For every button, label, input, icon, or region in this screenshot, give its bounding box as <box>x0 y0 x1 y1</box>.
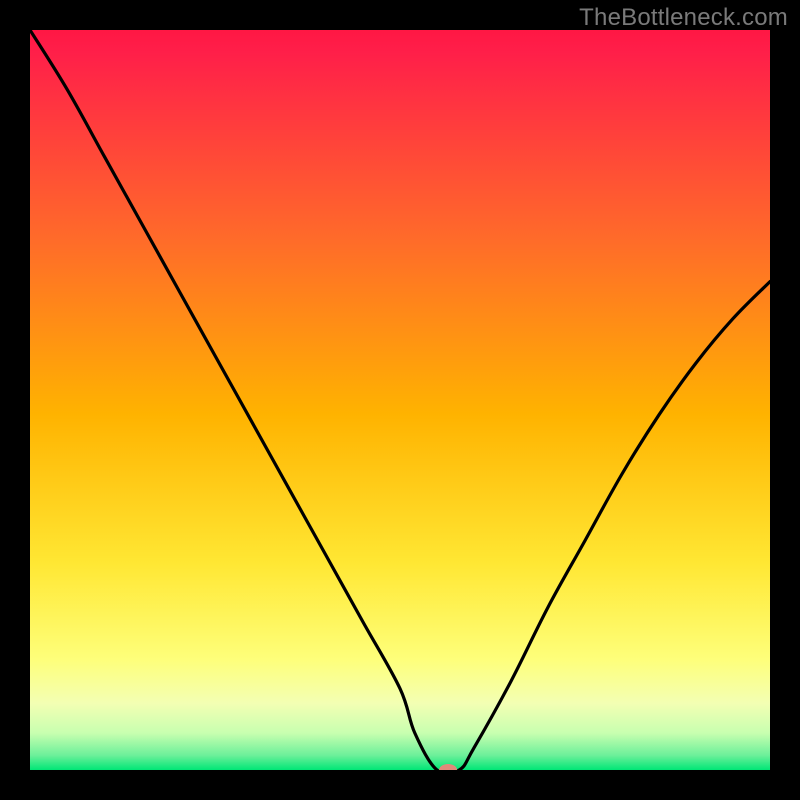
plot-area <box>30 30 770 770</box>
chart-frame: TheBottleneck.com <box>0 0 800 800</box>
plot-svg <box>30 30 770 770</box>
watermark-text: TheBottleneck.com <box>579 4 788 32</box>
gradient-background <box>30 30 770 770</box>
